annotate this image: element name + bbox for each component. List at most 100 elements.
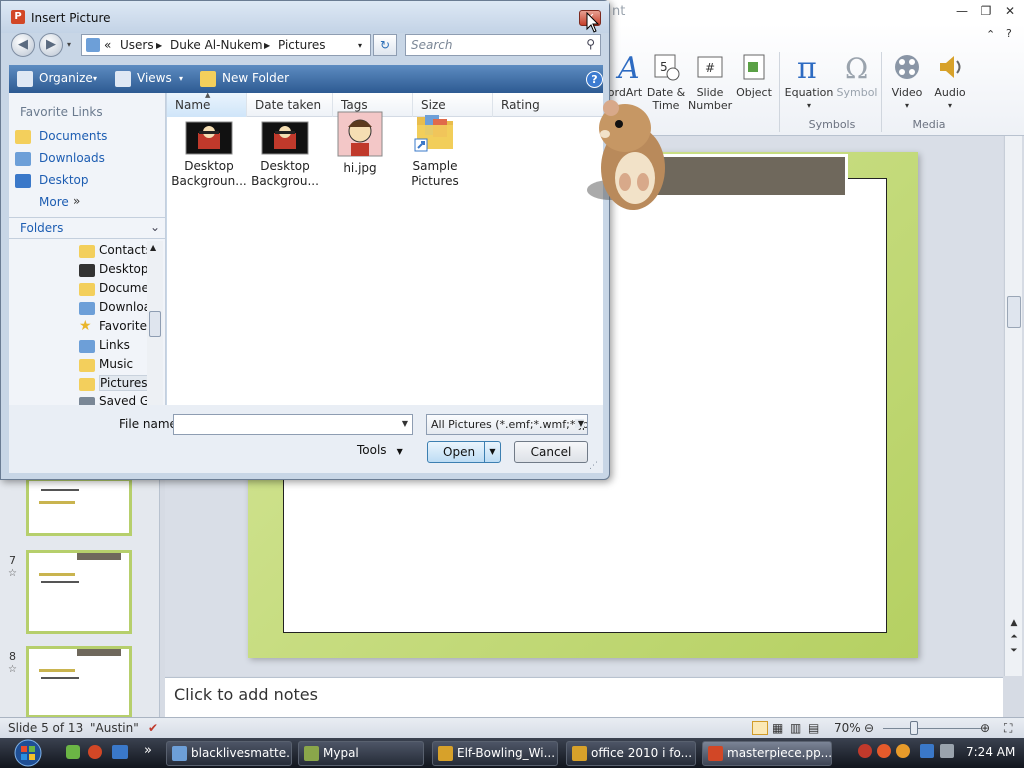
minimize-button[interactable]: — xyxy=(952,3,972,19)
recent-locations-dropdown[interactable]: ▾ xyxy=(67,40,71,49)
quicklaunch-icon[interactable] xyxy=(88,745,102,759)
contacts-folder-icon xyxy=(79,245,95,258)
tray-app-icon[interactable] xyxy=(877,744,891,758)
column-header-name[interactable]: ▲ Name xyxy=(167,91,247,117)
folders-header[interactable]: Folders ⌄ xyxy=(9,217,166,239)
scrollbar-thumb[interactable] xyxy=(149,311,161,337)
scrollbar-thumb[interactable] xyxy=(1007,296,1021,328)
taskbar-button[interactable]: Elf-Bowling_Wi... xyxy=(432,741,558,766)
ribbon-separator xyxy=(779,52,780,132)
organize-button[interactable]: Organize xyxy=(39,71,93,85)
fit-to-window-icon[interactable]: ⛶ xyxy=(1004,721,1012,736)
slide-thumbnail-7[interactable] xyxy=(26,550,132,634)
favorite-link-desktop[interactable]: Desktop xyxy=(39,173,89,187)
equation-button[interactable]: π Equation ▾ xyxy=(784,52,834,112)
zoom-out-icon[interactable]: ⊖ xyxy=(864,721,874,735)
slide-thumbnail-6[interactable] xyxy=(26,478,132,536)
chevron-down-icon: ▾ xyxy=(904,101,909,110)
scroll-up-icon[interactable]: ▲ xyxy=(150,243,156,252)
slideshow-icon[interactable]: ▤ xyxy=(808,721,819,735)
taskbar-button[interactable]: blacklivesmatte... xyxy=(166,741,292,766)
file-item[interactable]: Desktop Backgrou... xyxy=(245,121,325,189)
file-type-filter[interactable]: All Pictures (*.emf;*.wmf;*.jpg; ▼ xyxy=(426,414,588,435)
favorite-link-documents[interactable]: Documents xyxy=(39,129,107,143)
search-tray-icon[interactable] xyxy=(896,744,910,758)
breadcrumb-item[interactable]: Pictures xyxy=(278,38,326,52)
reading-view-icon[interactable]: ▥ xyxy=(790,721,801,735)
column-header-row: ▲ Name Date taken Tags Size Rating xyxy=(167,91,603,117)
file-item[interactable]: hi.jpg xyxy=(320,111,400,176)
chevron-down-icon[interactable]: ▼ xyxy=(402,419,408,428)
resize-grip-icon[interactable]: ⋰ xyxy=(589,461,598,471)
volume-icon[interactable] xyxy=(940,744,954,758)
address-bar[interactable]: « Users ▶ Duke Al-Nukem ▶ Pictures ▾ xyxy=(81,34,371,56)
forward-button[interactable]: ▶ xyxy=(39,33,63,57)
more-chevron-icon[interactable]: » xyxy=(73,194,80,208)
quicklaunch-icon[interactable] xyxy=(66,745,80,759)
folder-tree-scrollbar[interactable]: ▲ xyxy=(147,241,163,405)
security-alert-icon[interactable] xyxy=(858,744,872,758)
help-icon[interactable]: ? xyxy=(1006,27,1012,40)
file-name-input[interactable]: ▼ xyxy=(173,414,413,435)
taskbar-button-label: Mypal xyxy=(323,746,359,760)
slide-number-button[interactable]: # Slide Number xyxy=(688,52,732,112)
chevron-down-icon[interactable]: ▼ xyxy=(574,419,584,428)
normal-view-icon[interactable] xyxy=(752,721,768,735)
help-icon[interactable]: ? xyxy=(586,71,603,88)
taskbar-button-active[interactable]: masterpiece.pp... xyxy=(702,741,832,766)
notes-pane[interactable]: Click to add notes xyxy=(165,677,1003,717)
audio-button[interactable]: Audio ▾ xyxy=(930,52,970,112)
zoom-in-icon[interactable]: ⊕ xyxy=(980,721,990,735)
breadcrumb-item[interactable]: Duke Al-Nukem xyxy=(170,38,263,52)
tools-menu-button[interactable]: Tools ▼ xyxy=(357,443,403,457)
clock[interactable]: 7:24 AM xyxy=(966,745,1015,759)
chevron-down-icon[interactable]: ⌄ xyxy=(150,220,160,234)
breadcrumb-item[interactable]: Users xyxy=(120,38,154,52)
open-options-dropdown[interactable]: ▼ xyxy=(484,442,500,462)
refresh-button[interactable]: ↻ xyxy=(373,34,397,56)
new-folder-button[interactable]: New Folder xyxy=(222,71,289,85)
spell-check-icon[interactable]: ✔ xyxy=(148,721,158,735)
slide-thumbnail-8[interactable] xyxy=(26,646,132,718)
next-slide-icon[interactable]: ⏷ xyxy=(1007,646,1021,656)
show-desktop-icon[interactable] xyxy=(112,745,128,759)
network-icon[interactable] xyxy=(920,744,934,758)
back-button[interactable]: ◀ xyxy=(11,33,35,57)
symbol-button[interactable]: Ω Symbol xyxy=(836,52,878,99)
previous-slide-icon[interactable]: ⏶ xyxy=(1007,632,1021,642)
file-item[interactable]: Sample Pictures xyxy=(395,115,475,189)
start-button[interactable] xyxy=(8,738,48,768)
zoom-level[interactable]: 70% xyxy=(834,721,861,735)
breadcrumb-overflow[interactable]: « xyxy=(104,38,111,52)
breadcrumb-separator-icon[interactable]: ▶ xyxy=(156,41,162,50)
restore-button[interactable]: ❐ xyxy=(976,3,996,19)
zoom-slider[interactable] xyxy=(883,728,981,729)
column-header-date-taken[interactable]: Date taken xyxy=(247,93,333,117)
address-dropdown-icon[interactable]: ▾ xyxy=(358,41,362,50)
dialog-footer: File name: ▼ All Pictures (*.emf;*.wmf;*… xyxy=(9,405,603,473)
zoom-slider-handle[interactable] xyxy=(910,721,918,735)
ribbon-separator xyxy=(881,52,882,132)
video-button[interactable]: Video ▾ xyxy=(886,52,928,112)
object-button[interactable]: Object xyxy=(734,52,774,99)
taskbar-button[interactable]: Mypal xyxy=(298,741,424,766)
chevron-down-icon[interactable]: ▾ xyxy=(93,74,97,83)
file-item[interactable]: Desktop Backgroun... xyxy=(169,121,249,189)
search-icon[interactable]: ⚲ xyxy=(586,37,595,51)
breadcrumb-separator-icon[interactable]: ▶ xyxy=(264,41,270,50)
chevron-down-icon[interactable]: ▾ xyxy=(179,74,183,83)
slide-sorter-icon[interactable]: ▦ xyxy=(772,721,783,735)
quicklaunch-overflow-icon[interactable]: » xyxy=(144,743,152,758)
more-links-button[interactable]: More xyxy=(39,195,69,209)
favorite-link-downloads[interactable]: Downloads xyxy=(39,151,105,165)
hamster-desktop-pet[interactable] xyxy=(585,90,675,215)
cancel-button[interactable]: Cancel xyxy=(514,441,588,463)
taskbar-button[interactable]: office 2010 i fo... xyxy=(566,741,696,766)
scroll-up-icon[interactable]: ▲ xyxy=(1007,618,1021,628)
open-button[interactable]: Open ▼ xyxy=(427,441,501,463)
search-input[interactable]: Search ⚲ xyxy=(405,34,601,56)
views-button[interactable]: Views xyxy=(137,71,172,85)
slide-scrollbar[interactable]: ▲ ⏶ ⏷ xyxy=(1004,136,1022,676)
ribbon-collapse-icon[interactable]: ⌃ xyxy=(986,28,995,41)
close-window-button[interactable]: ✕ xyxy=(1000,3,1020,19)
